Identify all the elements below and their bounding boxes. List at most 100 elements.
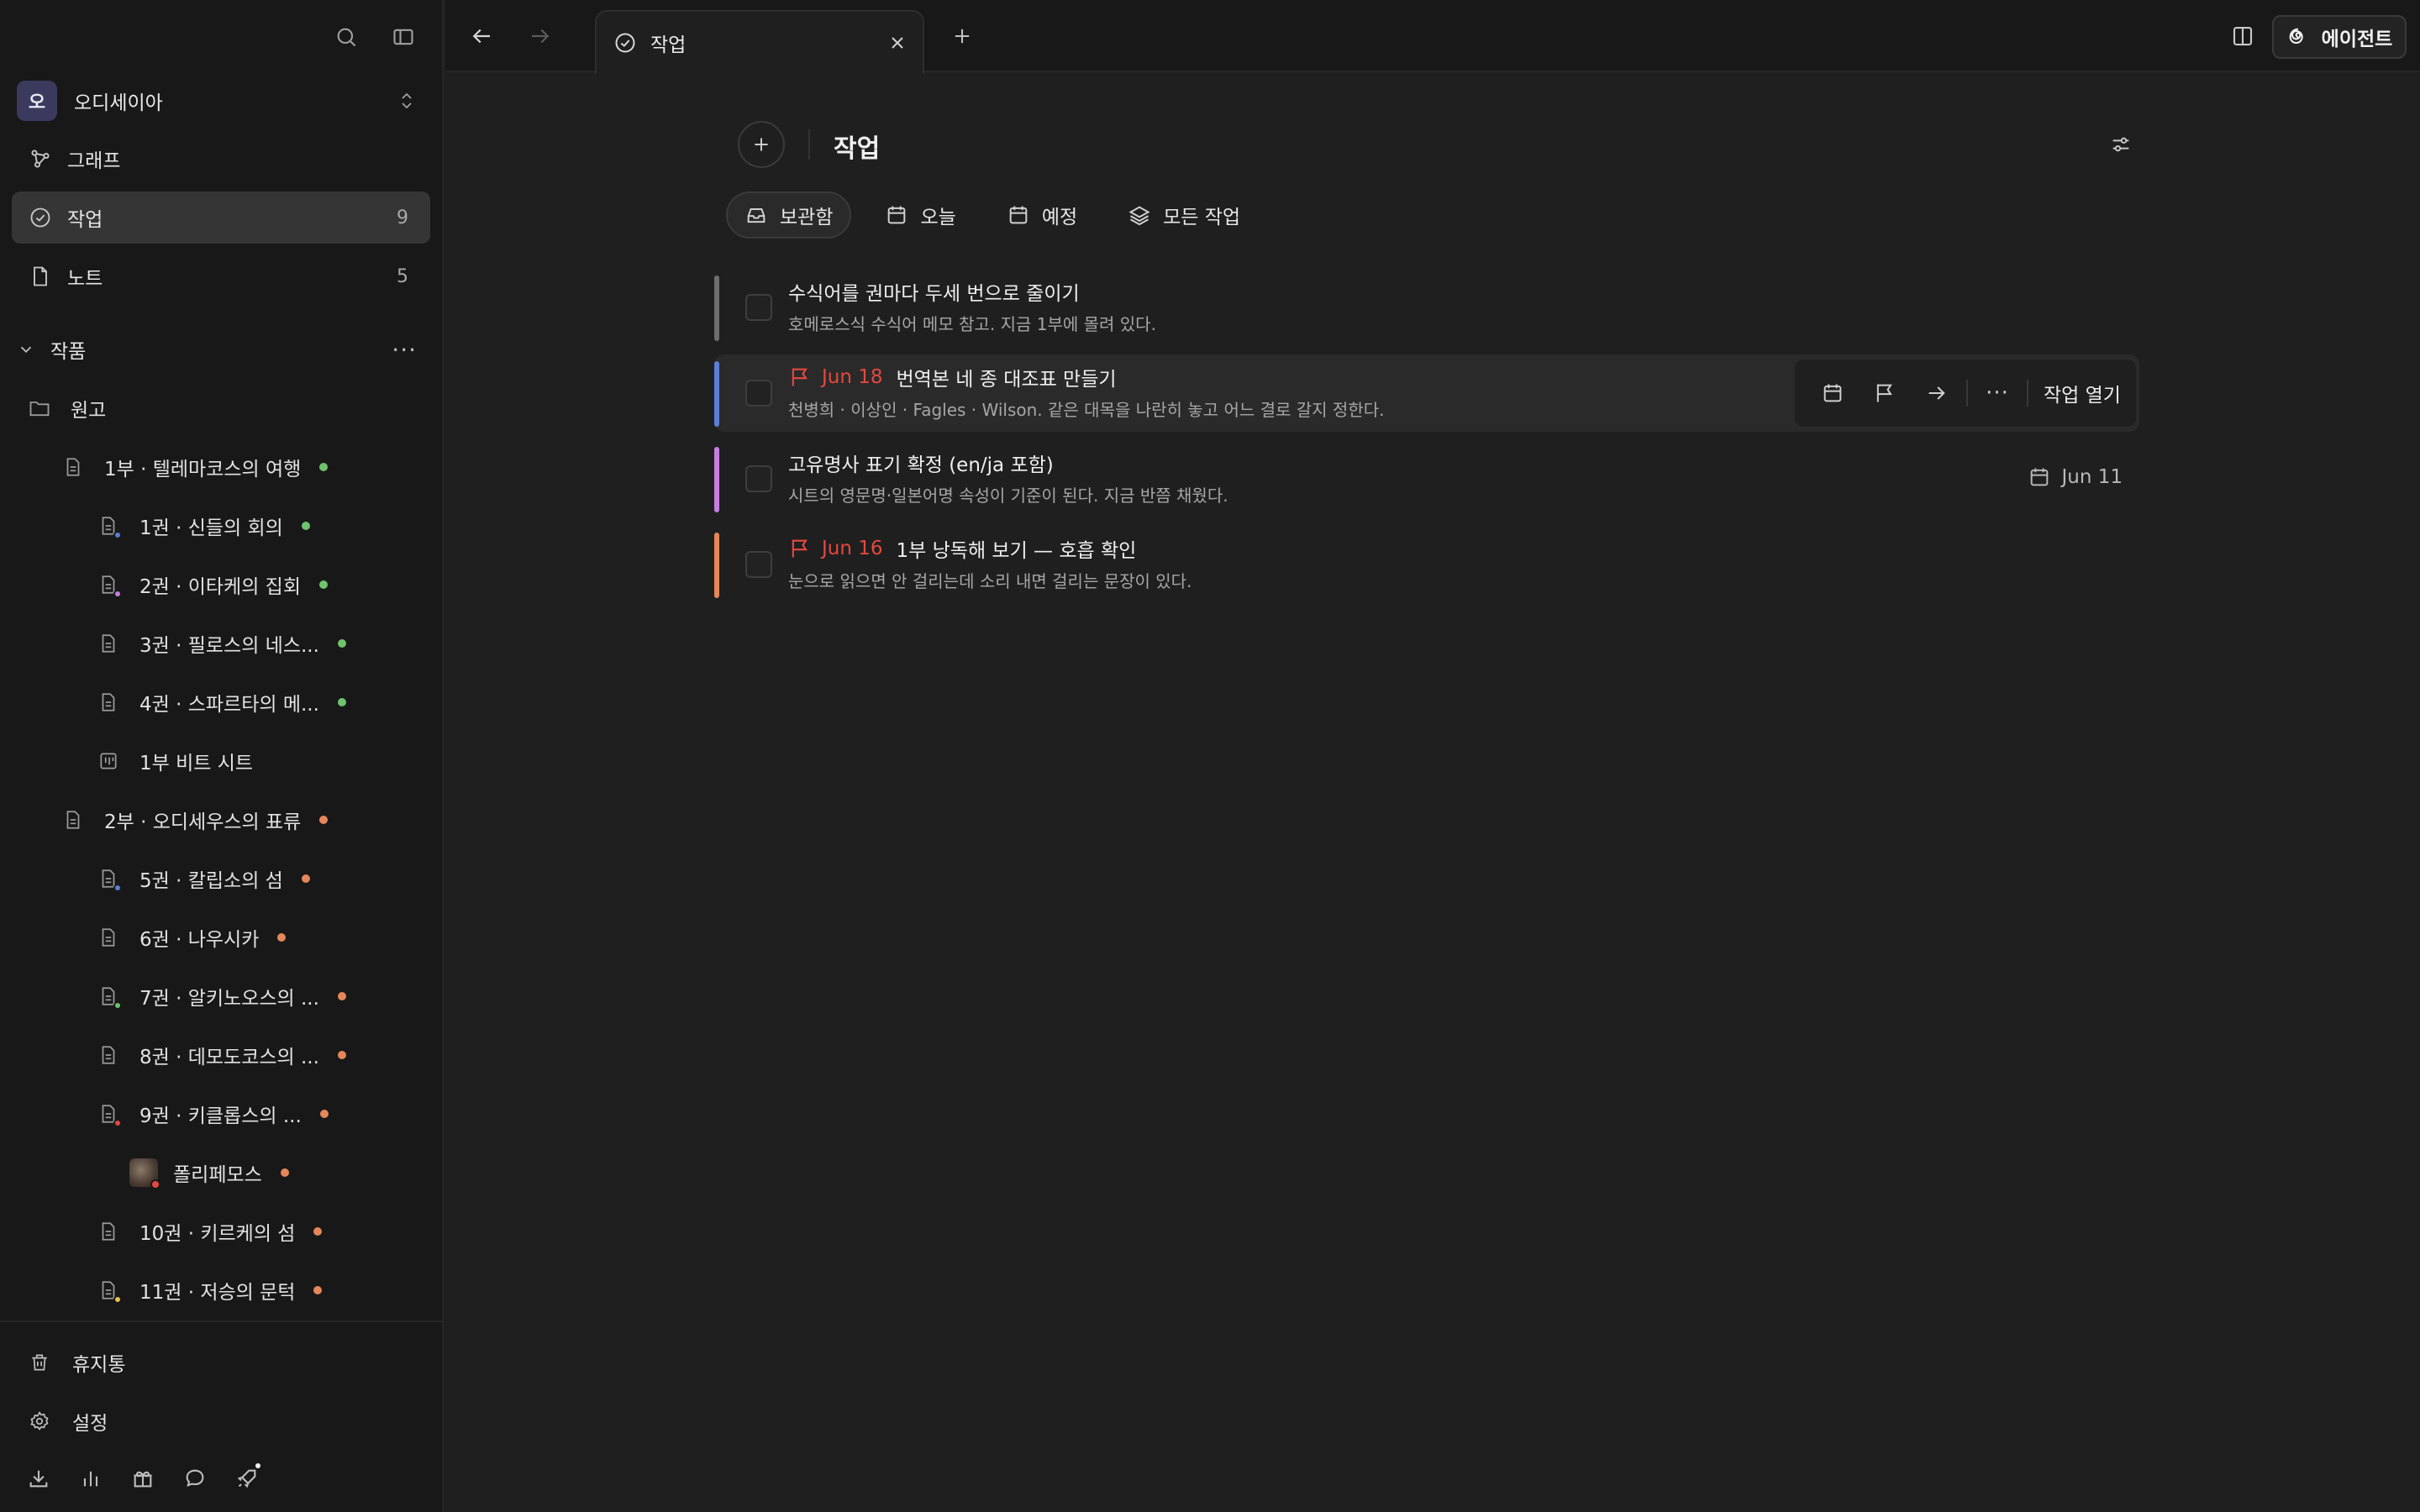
filter-today[interactable]: 오늘 [868,192,972,239]
nav-count: 5 [397,265,408,287]
back-arrow-icon[interactable] [464,18,499,54]
task-hover-actions: ··· 작업 열기 [1795,360,2136,427]
task-row[interactable]: 수식어를 권마다 두세 번으로 줄이기 호메로스식 수식어 메모 참고. 지금 … [714,269,2139,346]
inbox-icon [744,203,768,227]
tree-item[interactable]: 2권 · 이타케의 집회 [96,563,328,606]
tree-item[interactable]: 2부 · 오디세우스의 표류 [60,798,329,842]
task-title-text: 수식어를 권마다 두세 번으로 줄이기 [788,283,1080,305]
tree-item[interactable]: 11권 · 저승의 문턱 [96,1268,323,1312]
task-color-bar [714,361,719,427]
status-dot [337,992,346,1000]
app-window: 오 오디세이아 그래프 작업 9 노트 5 작품 ··· 원고 1부 · 텔레마… [0,0,2420,1512]
nav-graph[interactable]: 그래프 [12,133,430,185]
tree-item[interactable]: 7권 · 알키노오스의 ... [96,974,346,1018]
tree-item[interactable]: 6권 · 나우시카 [96,916,287,959]
sliders-icon[interactable] [2104,128,2138,161]
task-title: 수식어를 권마다 두세 번으로 줄이기 [788,277,1080,306]
document-icon [96,690,121,715]
filter-upcoming[interactable]: 예정 [990,192,1094,239]
document-icon [96,866,122,892]
section-works-header[interactable]: 작품 ··· [17,333,427,366]
folder-icon [27,396,52,421]
scheduled-date-text: Jun 11 [2061,466,2123,488]
status-dot [337,1051,346,1059]
forward-arrow-icon[interactable] [523,18,558,54]
section-label: 작품 [50,341,87,363]
chevron-updown-icon [397,91,417,111]
task-color-bar [714,533,719,598]
nav-tasks[interactable]: 작업 9 [12,192,430,244]
more-icon[interactable]: ··· [1971,370,2023,417]
more-icon[interactable]: ··· [392,336,417,364]
task-subtitle: 눈으로 읽으면 안 걸리는데 소리 내면 걸리는 문장이 있다. [788,571,1192,591]
tree-item[interactable]: 8권 · 데모도코스의 ... [96,1033,346,1077]
task-row[interactable]: 고유명사 표기 확정 (en/ja 포함) 시트의 영문명·일본어명 속성이 기… [714,440,2139,517]
task-checkbox[interactable] [745,294,772,321]
download-icon[interactable] [22,1462,55,1495]
task-color-bar [714,447,719,512]
add-task-button[interactable] [738,121,785,168]
tree-label: 5권 · 칼립소의 섬 [139,870,283,892]
tree-item[interactable]: 5권 · 칼립소의 섬 [96,857,310,900]
tree-item[interactable]: 1부 · 텔레마코스의 여행 [60,445,329,489]
sidebar-toggle-icon[interactable] [387,20,420,54]
check-circle-icon [613,31,637,55]
arrow-right-icon[interactable] [1911,370,1963,417]
split-view-icon[interactable] [2225,18,2260,54]
document-icon [96,1219,121,1244]
task-row[interactable]: Jun 18 번역본 네 종 대조표 만들기 천병희 · 이상인 · Fagle… [714,354,2139,432]
calendar-icon[interactable] [1807,370,1859,417]
chevron-down-icon[interactable] [17,340,35,359]
nav-label: 작업 [67,209,103,231]
filter-all-tasks[interactable]: 모든 작업 [1111,192,1257,239]
note-icon [27,263,54,290]
rocket-icon[interactable] [230,1462,264,1495]
sidebar: 오 오디세이아 그래프 작업 9 노트 5 작품 ··· 원고 1부 · 텔레마… [0,0,444,1512]
tree-item[interactable]: 10권 · 키르케의 섬 [96,1210,323,1253]
close-icon[interactable] [887,33,908,53]
status-dot [337,639,346,648]
task-checkbox[interactable] [745,465,772,492]
filter-inbox[interactable]: 보관함 [726,192,852,239]
tree-label: 7권 · 알키노오스의 ... [139,988,319,1010]
gift-icon[interactable] [126,1462,160,1495]
status-dot [319,463,329,471]
agent-button[interactable]: 에이전트 [2272,15,2407,59]
stats-icon[interactable] [74,1462,108,1495]
plus-icon[interactable] [944,18,980,54]
task-row[interactable]: Jun 16 1부 낭독해 보기 — 호흡 확인 눈으로 읽으면 안 걸리는데 … [714,526,2139,603]
chat-icon[interactable] [178,1462,212,1495]
task-checkbox[interactable] [745,380,772,407]
tab-tasks[interactable]: 작업 [595,10,924,74]
status-dot [337,698,346,706]
tree-item[interactable]: 3권 · 필로스의 네스... [96,622,346,665]
tree-item-folder[interactable]: 원고 [27,386,106,430]
nav-trash[interactable]: 휴지통 [27,1346,125,1379]
nav-settings[interactable]: 설정 [27,1404,108,1438]
actions-divider [2027,380,2028,407]
workspace-switcher[interactable]: 오 오디세이아 [17,81,427,121]
nav-notes[interactable]: 노트 5 [12,250,430,302]
tree-item[interactable]: 1권 · 신들의 회의 [96,504,310,548]
tree-item[interactable]: 4권 · 스파르타의 메... [96,680,346,724]
tree-label: 1권 · 신들의 회의 [139,517,283,539]
tree-item[interactable]: 9권 · 키클롭스의 ... [96,1092,329,1136]
document-icon [96,572,122,598]
board-icon [96,748,121,774]
tree-item[interactable]: 1부 비트 시트 [96,739,253,783]
graph-icon [27,145,54,172]
calendar-icon [885,203,908,227]
search-icon[interactable] [329,20,363,54]
tree-item[interactable]: 폴리페모스 [129,1151,289,1194]
scheduled-date[interactable]: Jun 11 [2028,465,2123,489]
task-checkbox[interactable] [745,551,772,578]
open-task-button[interactable]: 작업 열기 [2044,379,2121,407]
nav-label: 그래프 [67,150,121,172]
tree-label: 8권 · 데모도코스의 ... [139,1047,319,1068]
trash-icon [27,1352,52,1373]
check-circle-icon [27,204,54,231]
workspace-avatar: 오 [17,81,57,121]
tree-label: 1부 · 텔레마코스의 여행 [104,459,302,480]
status-dot [277,933,287,942]
flag-icon[interactable] [1859,370,1911,417]
